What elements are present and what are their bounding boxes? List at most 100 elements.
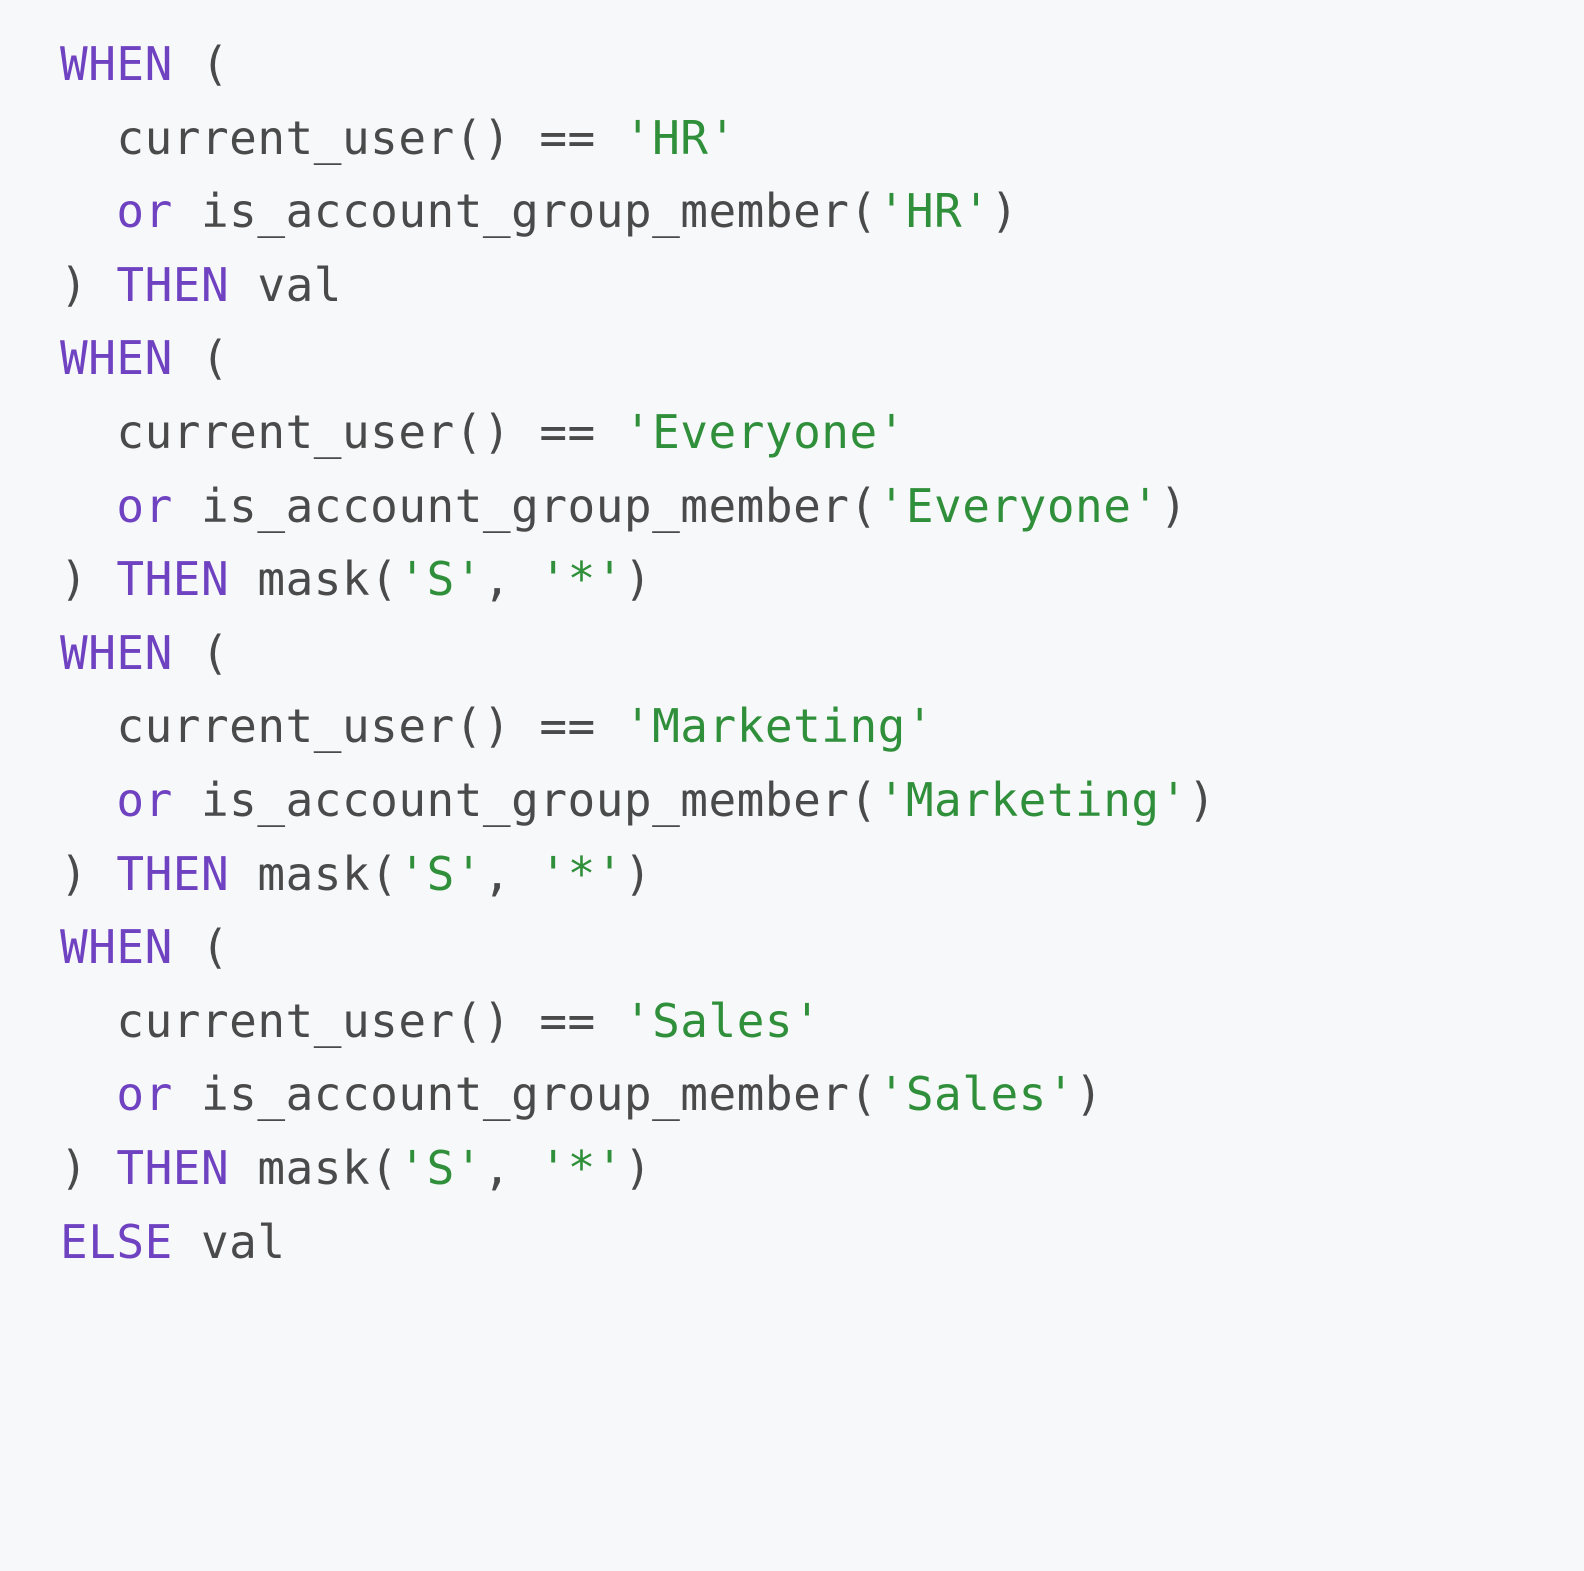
- token-paren: (: [201, 37, 229, 91]
- token-keyword: THEN: [116, 847, 229, 901]
- token-space: [173, 626, 201, 680]
- token-function: mask: [257, 1141, 370, 1195]
- token-paren: (: [849, 1067, 877, 1121]
- token-function: is_account_group_member: [201, 773, 849, 827]
- token-paren: (): [455, 699, 511, 753]
- token-space: [596, 699, 624, 753]
- token-function: is_account_group_member: [201, 479, 849, 533]
- token-space: [173, 773, 201, 827]
- token-paren: ): [1160, 479, 1188, 533]
- token-string: 'Sales': [878, 1067, 1075, 1121]
- token-string: 'HR': [624, 111, 737, 165]
- token-space: [511, 552, 539, 606]
- token-paren: (): [455, 111, 511, 165]
- token-function: is_account_group_member: [201, 1067, 849, 1121]
- token-comma: ,: [483, 552, 511, 606]
- token-function: is_account_group_member: [201, 184, 849, 238]
- token-string: '*': [539, 847, 624, 901]
- token-space: [511, 994, 539, 1048]
- token-space: [511, 1141, 539, 1195]
- token-space: [173, 184, 201, 238]
- token-paren: ): [60, 847, 88, 901]
- token-keyword: or: [116, 1067, 172, 1121]
- token-operator: ==: [539, 699, 595, 753]
- token-keyword: or: [116, 773, 172, 827]
- token-operator: ==: [539, 111, 595, 165]
- token-string: '*': [539, 1141, 624, 1195]
- token-space: [511, 699, 539, 753]
- token-paren: (: [370, 1141, 398, 1195]
- token-keyword: WHEN: [60, 331, 173, 385]
- token-paren: (: [849, 773, 877, 827]
- token-space: [596, 111, 624, 165]
- token-keyword: WHEN: [60, 626, 173, 680]
- token-identifier: val: [201, 1215, 286, 1269]
- token-space: [173, 37, 201, 91]
- token-space: [88, 258, 116, 312]
- token-keyword: WHEN: [60, 37, 173, 91]
- token-operator: ==: [539, 405, 595, 459]
- token-comma: ,: [483, 847, 511, 901]
- token-paren: (: [849, 184, 877, 238]
- token-space: [173, 479, 201, 533]
- token-keyword: THEN: [116, 1141, 229, 1195]
- token-paren: (: [201, 626, 229, 680]
- token-paren: ): [60, 258, 88, 312]
- token-space: [229, 258, 257, 312]
- token-string: 'Marketing': [624, 699, 934, 753]
- token-paren: ): [1075, 1067, 1103, 1121]
- token-string: 'Marketing': [878, 773, 1188, 827]
- token-operator: ==: [539, 994, 595, 1048]
- token-keyword: WHEN: [60, 920, 173, 974]
- token-space: [88, 1141, 116, 1195]
- token-string: 'Everyone': [878, 479, 1160, 533]
- token-paren: ): [624, 1141, 652, 1195]
- token-string: 'S': [398, 552, 483, 606]
- token-space: [173, 920, 201, 974]
- token-space: [511, 405, 539, 459]
- token-function: mask: [257, 847, 370, 901]
- token-paren: (: [201, 331, 229, 385]
- token-paren: ): [1188, 773, 1216, 827]
- token-string: 'HR': [878, 184, 991, 238]
- token-space: [511, 111, 539, 165]
- token-identifier: val: [257, 258, 342, 312]
- token-keyword: THEN: [116, 258, 229, 312]
- code-block: WHEN ( current_user() == 'HR' or is_acco…: [0, 0, 1584, 1307]
- token-function: mask: [257, 552, 370, 606]
- token-paren: ): [990, 184, 1018, 238]
- token-comma: ,: [483, 1141, 511, 1195]
- token-space: [511, 847, 539, 901]
- token-function: current_user: [116, 111, 454, 165]
- token-paren: (): [455, 994, 511, 1048]
- token-string: 'S': [398, 1141, 483, 1195]
- token-string: 'Sales': [624, 994, 821, 1048]
- token-paren: (: [370, 847, 398, 901]
- token-paren: ): [624, 847, 652, 901]
- token-paren: (: [370, 552, 398, 606]
- token-space: [229, 552, 257, 606]
- token-space: [596, 405, 624, 459]
- token-space: [596, 994, 624, 1048]
- token-string: 'S': [398, 847, 483, 901]
- token-space: [88, 552, 116, 606]
- token-function: current_user: [116, 405, 454, 459]
- token-space: [173, 1215, 201, 1269]
- token-space: [229, 847, 257, 901]
- token-string: 'Everyone': [624, 405, 906, 459]
- token-paren: (: [849, 479, 877, 533]
- token-keyword: THEN: [116, 552, 229, 606]
- token-keyword: or: [116, 479, 172, 533]
- token-paren: (): [455, 405, 511, 459]
- token-space: [173, 1067, 201, 1121]
- token-function: current_user: [116, 994, 454, 1048]
- token-function: current_user: [116, 699, 454, 753]
- token-space: [88, 847, 116, 901]
- token-keyword: or: [116, 184, 172, 238]
- token-paren: ): [60, 1141, 88, 1195]
- token-space: [173, 331, 201, 385]
- token-space: [229, 1141, 257, 1195]
- token-keyword: ELSE: [60, 1215, 173, 1269]
- token-paren: ): [60, 552, 88, 606]
- token-paren: (: [201, 920, 229, 974]
